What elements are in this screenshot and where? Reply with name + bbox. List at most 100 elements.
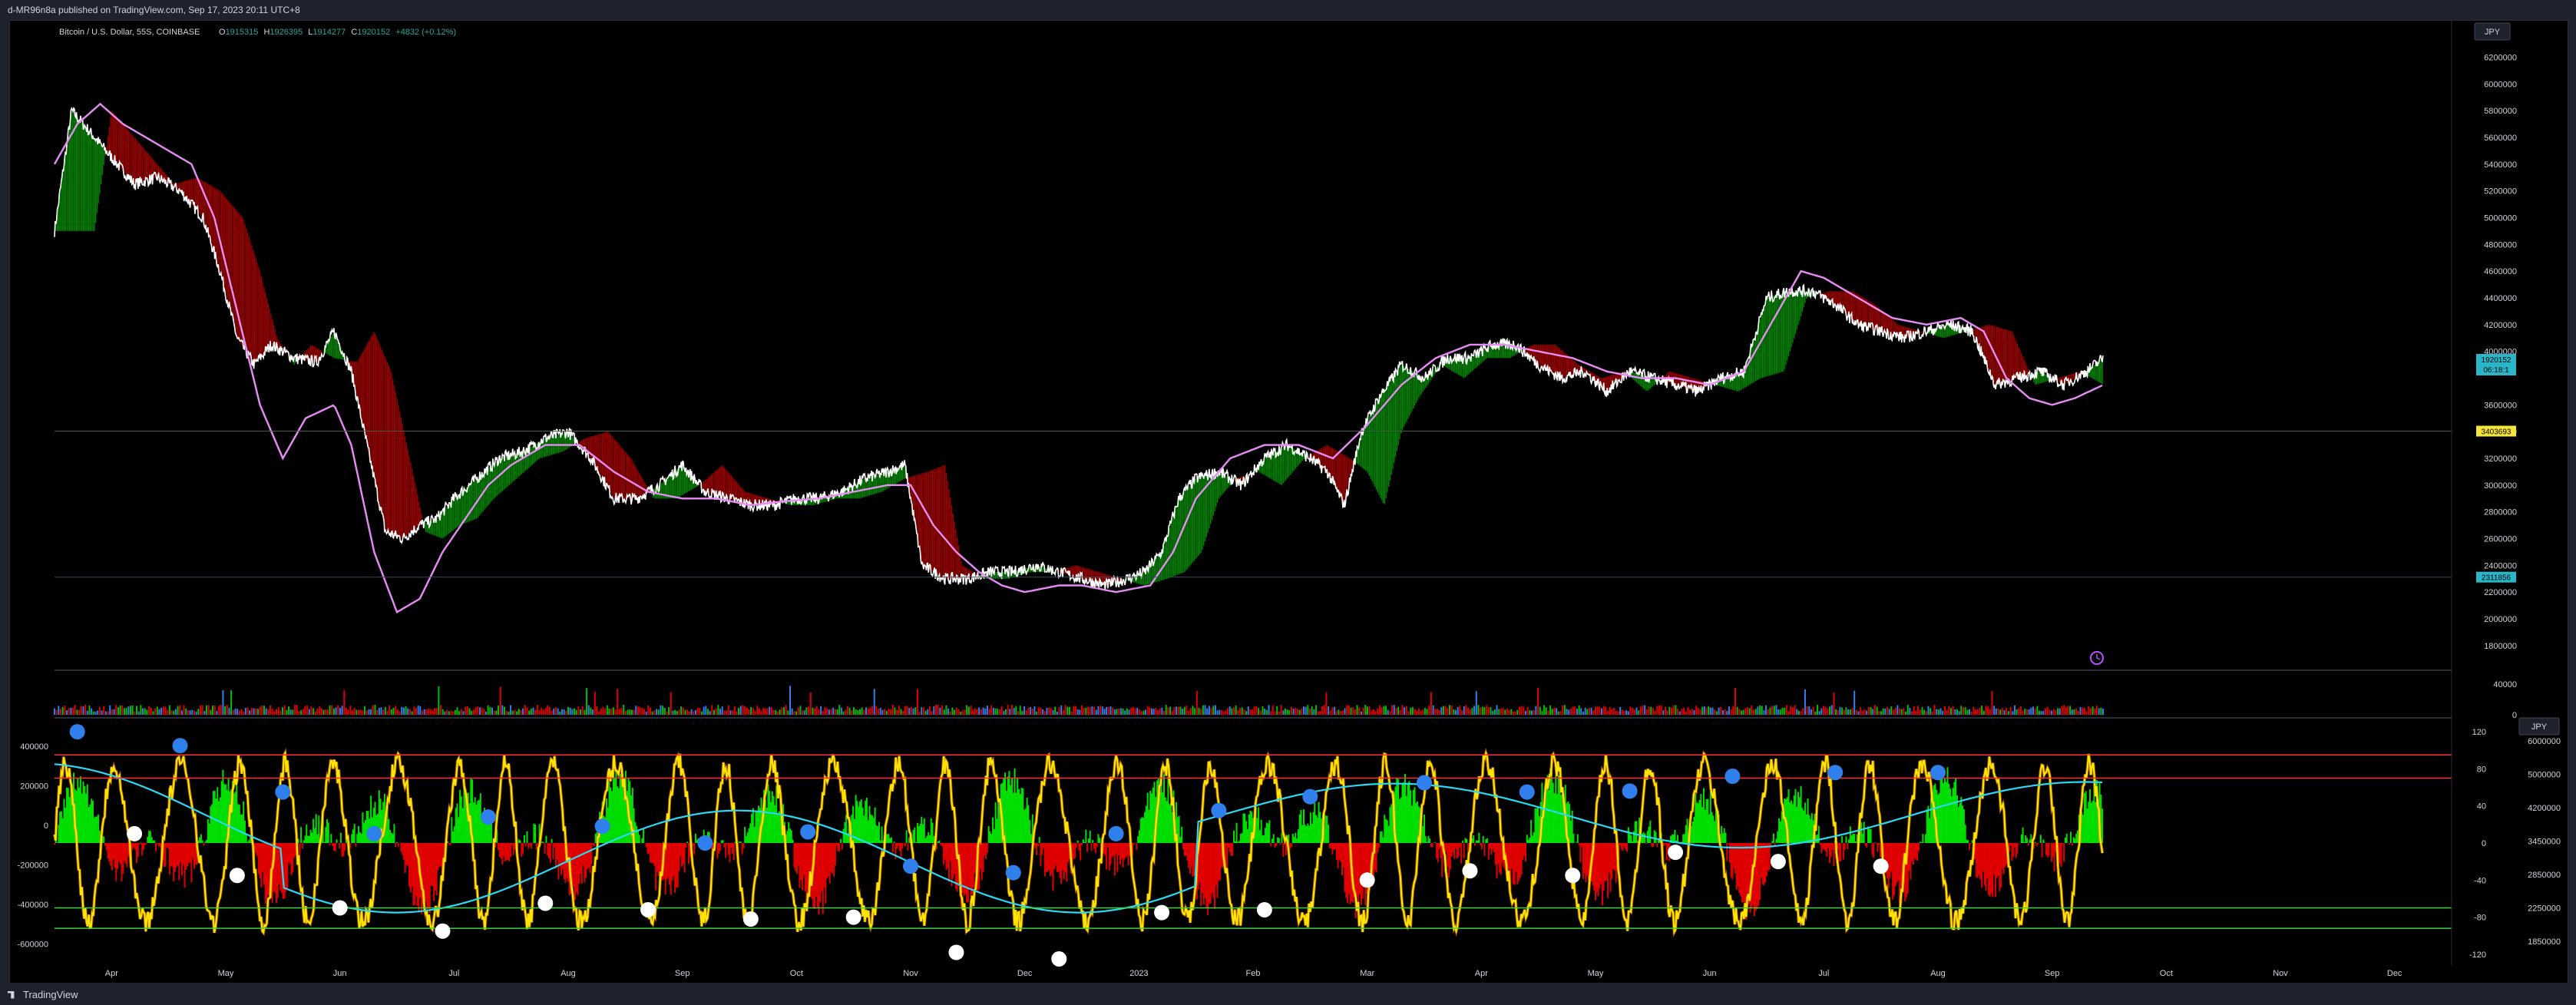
osc-left-axis-tick: 400000 xyxy=(20,742,48,752)
osc-far-right-axis-tick: 2250000 xyxy=(2528,904,2561,914)
osc-left-axis-tick: 0 xyxy=(44,822,48,831)
osc-blue-dot xyxy=(1108,825,1124,841)
osc-blue-dot xyxy=(1005,864,1021,881)
price-axis-tick: 2600000 xyxy=(2484,535,2517,544)
price-axis-tick: 4400000 xyxy=(2484,294,2517,303)
svg-text:1920152: 1920152 xyxy=(2482,356,2512,365)
osc-blue-dot xyxy=(1302,788,1318,805)
osc-white-dot xyxy=(742,911,759,927)
osc-right-axis-tick: 120 xyxy=(2472,728,2486,737)
osc-far-right-axis-tick: 6000000 xyxy=(2528,737,2561,746)
price-axis-tick: 1800000 xyxy=(2484,642,2517,651)
osc-right-axis-tick: -120 xyxy=(2469,950,2486,960)
svg-text:JPY: JPY xyxy=(2531,722,2548,732)
osc-white-dot xyxy=(229,868,245,884)
osc-blue-dot xyxy=(697,835,713,851)
price-axis-tick: 2400000 xyxy=(2484,561,2517,570)
publish-bar: d-MR96n8a published on TradingView.com, … xyxy=(0,0,2576,20)
hline-lower-tag: 2311856 xyxy=(2476,571,2516,583)
osc-left-axis-tick: -600000 xyxy=(18,940,48,949)
currency-button-osc[interactable]: JPY xyxy=(2518,717,2560,736)
osc-left-axis-tick: 200000 xyxy=(20,782,48,791)
osc-left-axis-tick: -400000 xyxy=(18,901,48,910)
volume-axis-tick: 40000 xyxy=(2493,680,2517,689)
osc-blue-dot xyxy=(1930,765,1946,781)
osc-white-dot xyxy=(127,825,143,841)
price-axis-tick: 5800000 xyxy=(2484,107,2517,116)
osc-white-dot xyxy=(435,923,451,939)
osc-blue-dot xyxy=(594,818,610,835)
time-axis-tick: Sep xyxy=(675,969,690,978)
price-axis-tick: 4600000 xyxy=(2484,267,2517,276)
time-axis-tick: Sep xyxy=(2045,969,2060,978)
price-axis-tick: 3600000 xyxy=(2484,401,2517,410)
osc-white-dot xyxy=(332,900,348,916)
volume-axis-tick: 0 xyxy=(2512,711,2517,720)
osc-blue-dot xyxy=(903,858,918,874)
footer: TradingView xyxy=(0,983,2576,1005)
osc-right-axis-tick: -40 xyxy=(2474,876,2486,885)
osc-blue-dot xyxy=(1724,769,1741,785)
currency-button-main[interactable]: JPY xyxy=(2474,22,2511,41)
osc-white-dot xyxy=(1256,901,1272,917)
time-axis-tick: 2023 xyxy=(1129,969,1148,978)
svg-text:2311856: 2311856 xyxy=(2482,574,2512,583)
osc-blue-dot xyxy=(1622,783,1638,799)
brand-label: TradingView xyxy=(23,989,78,1000)
time-axis-tick: Mar xyxy=(1360,969,1374,978)
osc-far-right-axis-tick: 4200000 xyxy=(2528,804,2561,813)
osc-white-dot xyxy=(537,895,554,911)
osc-white-dot xyxy=(948,944,964,960)
publish-line: d-MR96n8a published on TradingView.com, … xyxy=(8,5,300,15)
time-axis-tick: Nov xyxy=(903,969,918,978)
osc-left-axis-tick: -200000 xyxy=(18,861,48,870)
osc-white-dot xyxy=(1873,858,1889,874)
osc-blue-dot xyxy=(800,824,816,840)
brand[interactable]: TradingView xyxy=(8,989,78,1000)
time-axis-tick: Aug xyxy=(1930,969,1946,978)
time-axis-tick: Jun xyxy=(1703,969,1717,978)
osc-right-axis-tick: 0 xyxy=(2482,839,2486,848)
osc-white-dot xyxy=(1051,950,1067,967)
osc-blue-dot xyxy=(1519,784,1535,800)
time-axis-tick: Jul xyxy=(1818,969,1829,978)
price-axis-tick: 5200000 xyxy=(2484,187,2517,197)
osc-blue-dot xyxy=(1417,775,1432,791)
time-axis-tick: Jun xyxy=(333,969,347,978)
osc-right-axis-tick: 80 xyxy=(2477,765,2486,774)
time-axis-tick: Feb xyxy=(1246,969,1261,978)
osc-white-dot xyxy=(1565,868,1581,884)
osc-right-axis-tick: -80 xyxy=(2474,914,2486,923)
time-axis-tick: May xyxy=(218,969,234,978)
time-axis-tick: Apr xyxy=(105,969,118,978)
chart-frame[interactable]: Z 62000006000000580000056000005400000520… xyxy=(9,20,2568,984)
osc-white-dot xyxy=(1770,854,1786,870)
time-axis-tick: Oct xyxy=(2160,969,2173,978)
osc-far-right-axis-tick: 1850000 xyxy=(2528,937,2561,947)
osc-blue-dot xyxy=(480,809,496,825)
time-axis-tick: Jul xyxy=(448,969,459,978)
osc-white-dot xyxy=(1668,845,1684,861)
osc-blue-dot xyxy=(366,825,382,841)
header-ohlc: O1915315 H1926395 L1914277 C1920152 +483… xyxy=(219,28,456,37)
time-axis-tick: Aug xyxy=(561,969,576,978)
time-axis-tick: Dec xyxy=(1017,969,1033,978)
osc-white-dot xyxy=(1359,872,1375,888)
tradingview-logo-icon xyxy=(8,990,15,999)
chart-svg[interactable]: 6200000 6000000 5800000 5600000 5400000 52000… xyxy=(10,21,2568,984)
osc-far-right-axis-tick: 2850000 xyxy=(2528,871,2561,880)
price-axis-tick: 3000000 xyxy=(2484,481,2517,491)
osc-white-dot xyxy=(640,901,656,917)
price-axis-tick: 3200000 xyxy=(2484,455,2517,464)
time-axis-tick: Nov xyxy=(2273,969,2288,978)
osc-blue-dot xyxy=(69,724,85,740)
time-axis-tick: Oct xyxy=(790,969,803,978)
price-axis-tick: 6200000 xyxy=(2484,53,2517,62)
price-axis-tick: 4800000 xyxy=(2484,240,2517,250)
price-axis-tick: 4200000 xyxy=(2484,321,2517,330)
price-axis-tick: 2200000 xyxy=(2484,588,2517,597)
price-axis-tick: 2000000 xyxy=(2484,615,2517,624)
price-axis-tick: 5600000 xyxy=(2484,134,2517,143)
osc-right-axis-tick: 40 xyxy=(2477,802,2486,812)
osc-blue-dot xyxy=(1211,802,1227,818)
